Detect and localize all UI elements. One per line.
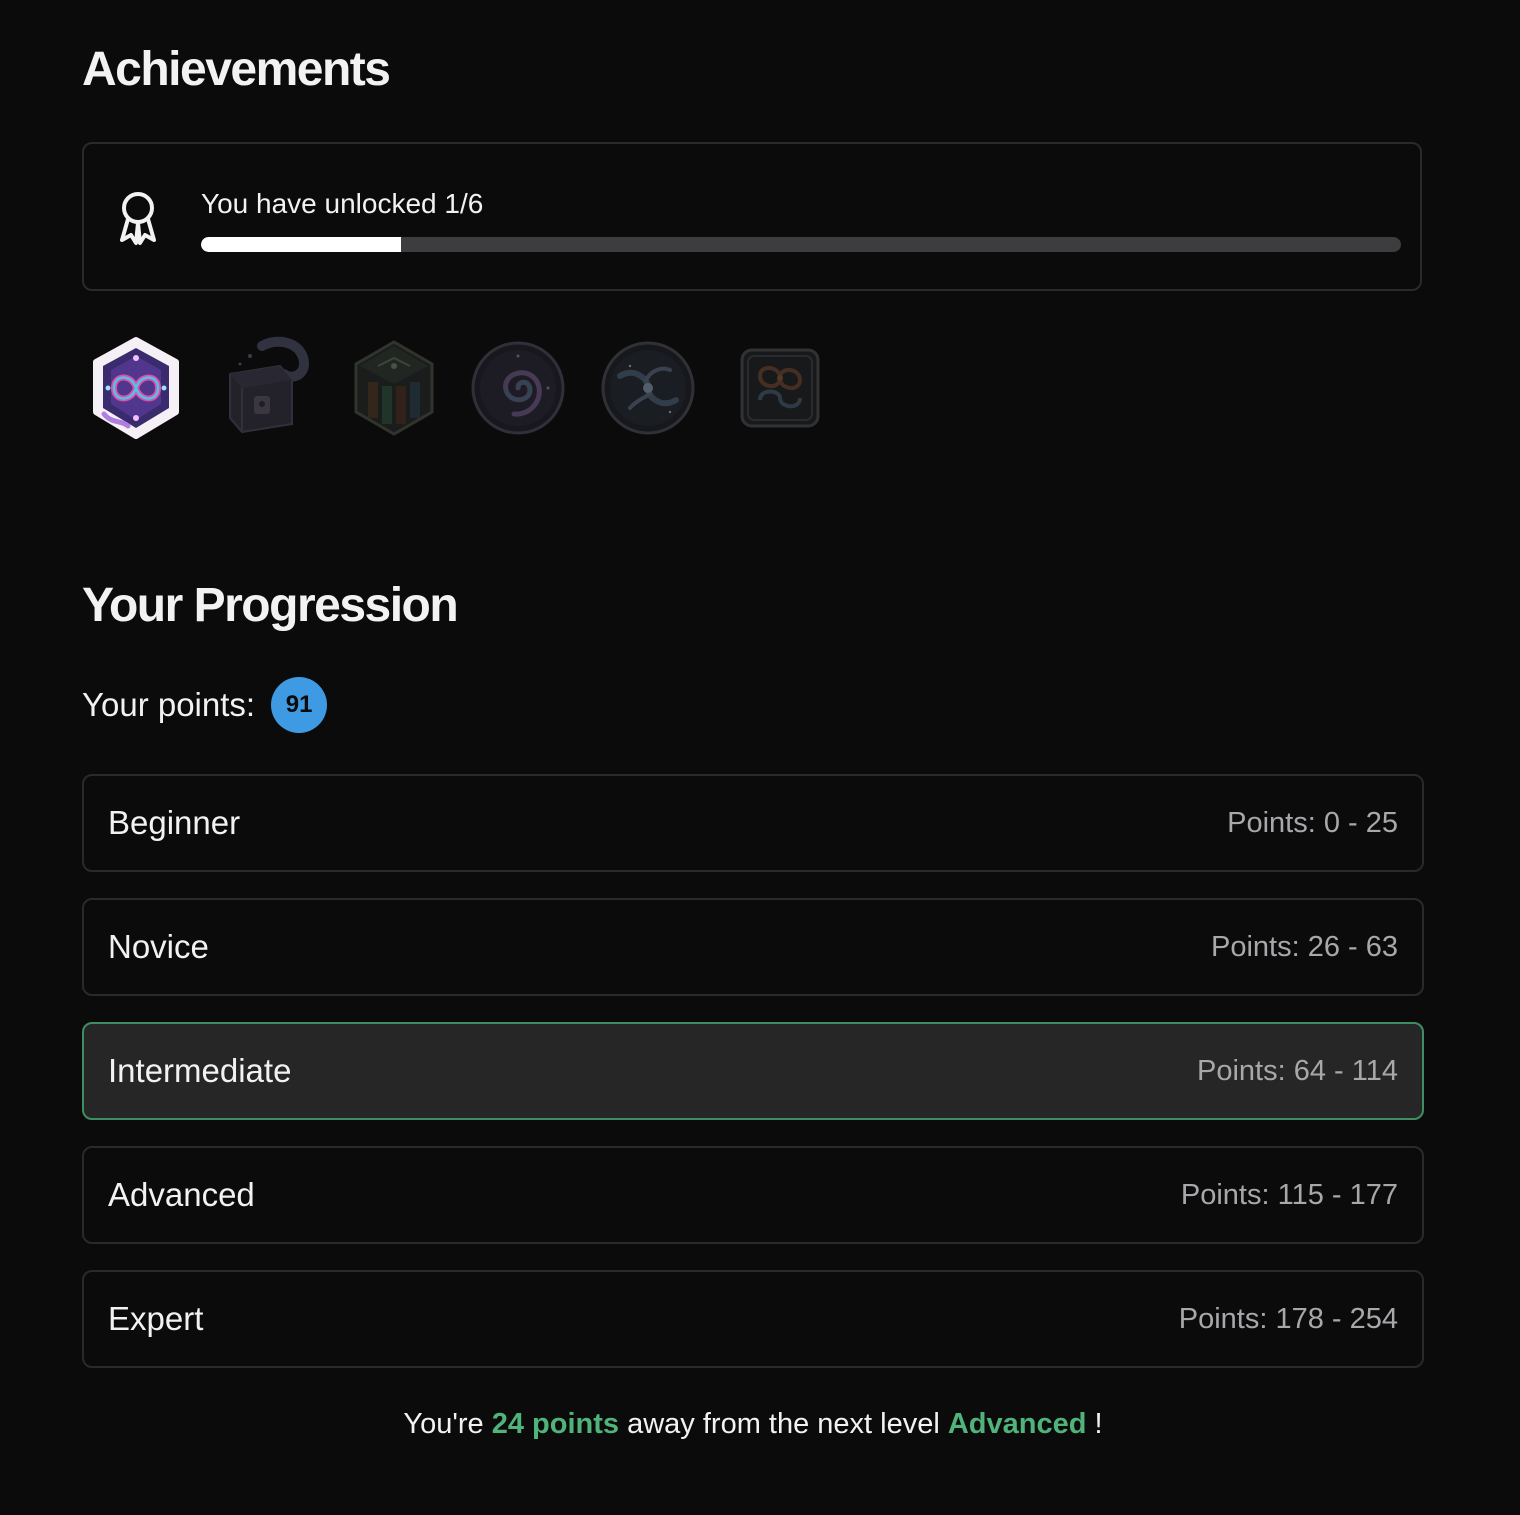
next-level-suffix: !: [1094, 1408, 1103, 1440]
next-level-name: Advanced: [947, 1408, 1087, 1440]
galaxy-badge-icon[interactable]: [600, 336, 696, 440]
progression-title: Your Progression: [82, 579, 459, 632]
page: Achievements You have unlocked 1/6 Your …: [0, 0, 1520, 1515]
spiral-badge-icon[interactable]: [470, 336, 566, 440]
level-list: Beginner Points: 0 - 25 Novice Points: 2…: [82, 774, 1424, 1394]
level-name: Intermediate: [108, 1052, 292, 1089]
points-badge: 91: [271, 677, 328, 733]
knot-square-badge-icon[interactable]: [738, 336, 822, 440]
next-level-message: You're 24 points away from the next leve…: [0, 1408, 1506, 1441]
level-points-range: Points: 26 - 63: [1211, 931, 1398, 963]
level-name: Beginner: [108, 804, 241, 841]
level-row-intermediate: Intermediate Points: 64 - 114: [82, 1022, 1424, 1120]
level-points-range: Points: 64 - 114: [1197, 1055, 1398, 1087]
treasure-chest-badge-icon[interactable]: [220, 336, 312, 440]
level-points-range: Points: 115 - 177: [1180, 1179, 1398, 1211]
next-level-prefix: You're: [403, 1408, 484, 1440]
points-summary: Your points: 91: [82, 677, 328, 733]
points-label: Your points:: [82, 686, 256, 723]
points-away: 24 points: [491, 1408, 620, 1440]
level-row-beginner: Beginner Points: 0 - 25: [82, 774, 1424, 872]
next-level-middle: away from the next level: [627, 1408, 940, 1440]
unlock-progress-bar: [201, 237, 1401, 252]
level-points-range: Points: 0 - 25: [1227, 807, 1398, 839]
unlock-progress-card: You have unlocked 1/6: [82, 142, 1422, 291]
infinity-knot-badge-icon[interactable]: [88, 336, 184, 440]
level-name: Expert: [108, 1300, 204, 1337]
circuit-hexagon-badge-icon[interactable]: [348, 336, 440, 440]
unlock-progress-fill: [201, 237, 401, 252]
achievements-title: Achievements: [82, 43, 391, 96]
level-row-novice: Novice Points: 26 - 63: [82, 898, 1424, 996]
level-row-expert: Expert Points: 178 - 254: [82, 1270, 1424, 1368]
award-ribbon-icon: [120, 192, 156, 245]
unlock-count-text: You have unlocked 1/6: [201, 188, 484, 219]
level-name: Advanced: [108, 1176, 255, 1213]
level-points-range: Points: 178 - 254: [1178, 1303, 1398, 1335]
level-row-advanced: Advanced Points: 115 - 177: [82, 1146, 1424, 1244]
level-name: Novice: [108, 928, 209, 965]
